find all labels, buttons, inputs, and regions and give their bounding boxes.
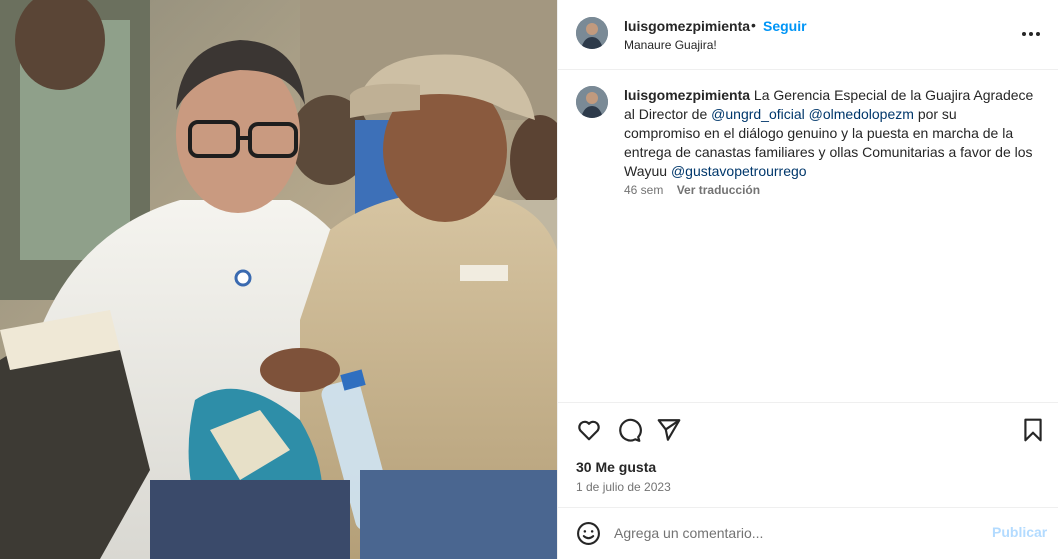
post-actions: 30 Me gusta 1 de julio de 2023 (558, 402, 1058, 508)
photo-illustration (0, 0, 557, 559)
publish-button[interactable]: Publicar (992, 524, 1047, 540)
heart-icon[interactable] (576, 417, 602, 443)
separator-dot: • (751, 17, 756, 33)
caption-author-avatar[interactable] (576, 86, 608, 118)
comment-bar: Publicar (558, 508, 1058, 559)
comment-input[interactable] (614, 522, 984, 544)
post-details-panel: luisgomezpimienta • Seguir Manaure Guaji… (557, 0, 1058, 559)
translate-button[interactable]: Ver traducción (677, 183, 760, 197)
caption-meta: 46 sem Ver traducción (624, 183, 760, 197)
send-icon[interactable] (656, 417, 682, 443)
more-options-icon[interactable] (1020, 24, 1042, 44)
mention-ungrd[interactable]: @ungrd_oficial (711, 106, 805, 122)
follow-button[interactable]: Seguir (763, 18, 807, 34)
likes-count[interactable]: 30 Me gusta (576, 459, 656, 475)
post-photo[interactable] (0, 0, 557, 559)
post-date[interactable]: 1 de julio de 2023 (576, 480, 671, 494)
caption-text: luisgomezpimienta La Gerencia Especial d… (624, 86, 1034, 181)
mention-gustavopetro[interactable]: @gustavopetrourrego (671, 163, 807, 179)
post-header: luisgomezpimienta • Seguir Manaure Guaji… (558, 0, 1058, 70)
post-caption: luisgomezpimienta La Gerencia Especial d… (558, 70, 1058, 402)
caption-time[interactable]: 46 sem (624, 183, 663, 197)
author-avatar[interactable] (576, 17, 608, 49)
caption-username[interactable]: luisgomezpimienta (624, 87, 750, 103)
mention-olmedolopezm[interactable]: @olmedolopezm (809, 106, 914, 122)
smiley-icon[interactable] (576, 521, 601, 546)
bookmark-icon[interactable] (1020, 417, 1046, 443)
author-username[interactable]: luisgomezpimienta (624, 18, 750, 34)
post-location[interactable]: Manaure Guajira! (624, 38, 717, 52)
comment-icon[interactable] (616, 417, 642, 443)
